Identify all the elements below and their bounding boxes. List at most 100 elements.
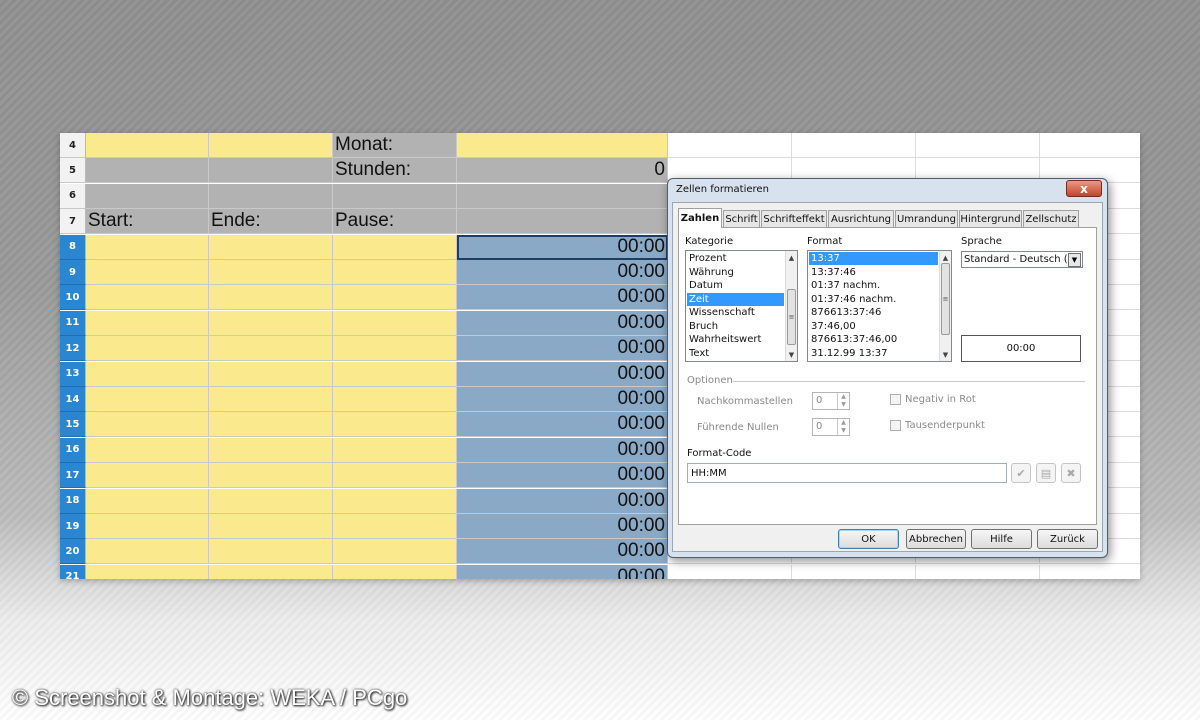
tab-umrandung[interactable]: Umrandung [895, 210, 958, 227]
row-number[interactable]: 14 [60, 387, 86, 412]
tab-zellschutz[interactable]: Zellschutz [1023, 210, 1079, 227]
scroll-thumb[interactable]: ≡ [787, 289, 796, 345]
cell[interactable] [209, 183, 333, 209]
cell[interactable] [333, 437, 457, 463]
row-number[interactable]: 10 [60, 285, 86, 311]
cell[interactable] [86, 514, 209, 539]
row-number[interactable]: 21 [60, 564, 86, 579]
abbrechen-button[interactable]: Abbrechen [906, 529, 966, 549]
list-item[interactable]: 876613:37:46,00 [809, 333, 938, 346]
cell[interactable] [333, 310, 457, 336]
cell[interactable] [209, 412, 333, 438]
row-number[interactable]: 9 [60, 260, 86, 285]
cell[interactable]: 00:00 [457, 285, 668, 311]
cell[interactable] [333, 183, 457, 209]
scroll-up-icon[interactable]: ▲ [786, 252, 797, 263]
scroll-thumb[interactable]: ≡ [941, 263, 950, 335]
kategorie-list[interactable]: ▲ ≡ ▼ Prozent Währung Datum Zeit Wissenschaf… [685, 250, 798, 362]
cell[interactable] [86, 539, 209, 565]
cell[interactable] [209, 539, 333, 565]
list-item[interactable]: Prozent [687, 252, 784, 265]
list-item[interactable]: Zeit [687, 292, 784, 306]
cell[interactable]: 00:00 [457, 387, 668, 412]
cell[interactable]: Pause: [333, 209, 457, 235]
cell[interactable] [333, 336, 457, 362]
row-number[interactable]: 15 [60, 412, 86, 438]
sprache-select[interactable]: Standard - Deutsch (Deutschland) ▼ [961, 251, 1083, 268]
list-item[interactable]: 37:46,00 [809, 320, 938, 333]
cell[interactable] [333, 463, 457, 489]
cell[interactable] [209, 285, 333, 311]
cell[interactable] [86, 387, 209, 412]
cell[interactable] [333, 285, 457, 311]
delete-icon[interactable]: ✖ [1061, 463, 1081, 483]
tab-schrifteffekt[interactable]: Schrifteffekt [761, 210, 827, 227]
tausenderpunkt-checkbox[interactable] [890, 420, 901, 431]
row-number[interactable]: 13 [60, 361, 86, 387]
cell[interactable] [86, 183, 209, 209]
tab-zahlen[interactable]: Zahlen [678, 208, 722, 228]
list-item[interactable]: Währung [687, 266, 784, 279]
format-code-input[interactable]: HH:MM [687, 463, 1007, 483]
cell[interactable] [209, 133, 333, 158]
cell[interactable] [333, 387, 457, 412]
kategorie-scrollbar[interactable]: ▲ ≡ ▼ [785, 251, 797, 361]
dialog-titlebar[interactable]: Zellen formatieren x [668, 179, 1107, 201]
fuehrende-nullen-stepper[interactable]: 0 ▲ ▼ [812, 418, 850, 436]
cell[interactable] [1040, 564, 1140, 579]
cell[interactable] [209, 463, 333, 489]
list-item[interactable]: Text [687, 347, 784, 360]
list-item[interactable]: Wissenschaft [687, 306, 784, 319]
cell[interactable] [333, 539, 457, 565]
row-number[interactable]: 16 [60, 437, 86, 463]
cell[interactable] [209, 488, 333, 514]
cell[interactable] [86, 133, 209, 158]
stepper-down-icon[interactable]: ▼ [837, 401, 849, 409]
row-number[interactable]: 11 [60, 310, 86, 336]
cell[interactable] [457, 209, 668, 235]
cell[interactable] [209, 564, 333, 579]
list-item[interactable]: 31.12.99 13:37 [809, 347, 938, 360]
check-icon[interactable]: ✔ [1011, 463, 1031, 483]
cell[interactable]: 00:00 [457, 260, 668, 285]
cell[interactable]: 00:00 [457, 361, 668, 387]
tab-schrift[interactable]: Schrift [723, 210, 760, 227]
cell[interactable] [333, 488, 457, 514]
cell[interactable]: 00:00 [457, 488, 668, 514]
row-number[interactable]: 12 [60, 336, 86, 362]
cell[interactable] [209, 387, 333, 412]
list-item[interactable]: 01:37:46 nachm. [809, 293, 938, 306]
chevron-down-icon[interactable]: ▼ [1068, 253, 1081, 267]
cell[interactable] [333, 564, 457, 579]
cell[interactable] [86, 234, 209, 260]
row-number[interactable]: 7 [60, 209, 86, 235]
list-item[interactable]: 13:37:46 [809, 266, 938, 279]
cell[interactable] [86, 336, 209, 362]
scroll-up-icon[interactable]: ▲ [940, 252, 951, 263]
zurueck-button[interactable]: Zurück [1037, 529, 1098, 549]
cell[interactable]: Monat: [333, 133, 457, 158]
cell[interactable]: 00:00 [457, 412, 668, 438]
cell[interactable] [1040, 133, 1140, 158]
cell[interactable] [86, 361, 209, 387]
ok-button[interactable]: OK [838, 529, 899, 549]
row-number[interactable]: 6 [60, 183, 86, 209]
cell[interactable]: 00:00 [457, 310, 668, 336]
cell[interactable]: 0 [457, 158, 668, 184]
list-item[interactable]: 13:37 [809, 252, 938, 265]
row-number[interactable]: 20 [60, 539, 86, 565]
cell[interactable]: 00:00 [457, 463, 668, 489]
cell[interactable]: Start: [86, 209, 209, 235]
cell[interactable]: 00:00 [457, 564, 668, 579]
cell[interactable] [86, 310, 209, 336]
scroll-down-icon[interactable]: ▼ [786, 349, 797, 360]
cell[interactable] [333, 514, 457, 539]
cell[interactable] [209, 310, 333, 336]
cell[interactable] [209, 361, 333, 387]
hilfe-button[interactable]: Hilfe [971, 529, 1032, 549]
tab-hintergrund[interactable]: Hintergrund [959, 210, 1022, 227]
row-number[interactable]: 4 [60, 133, 86, 158]
cell[interactable] [668, 133, 792, 158]
cell[interactable]: Stunden: [333, 158, 457, 184]
scroll-down-icon[interactable]: ▼ [940, 349, 951, 360]
